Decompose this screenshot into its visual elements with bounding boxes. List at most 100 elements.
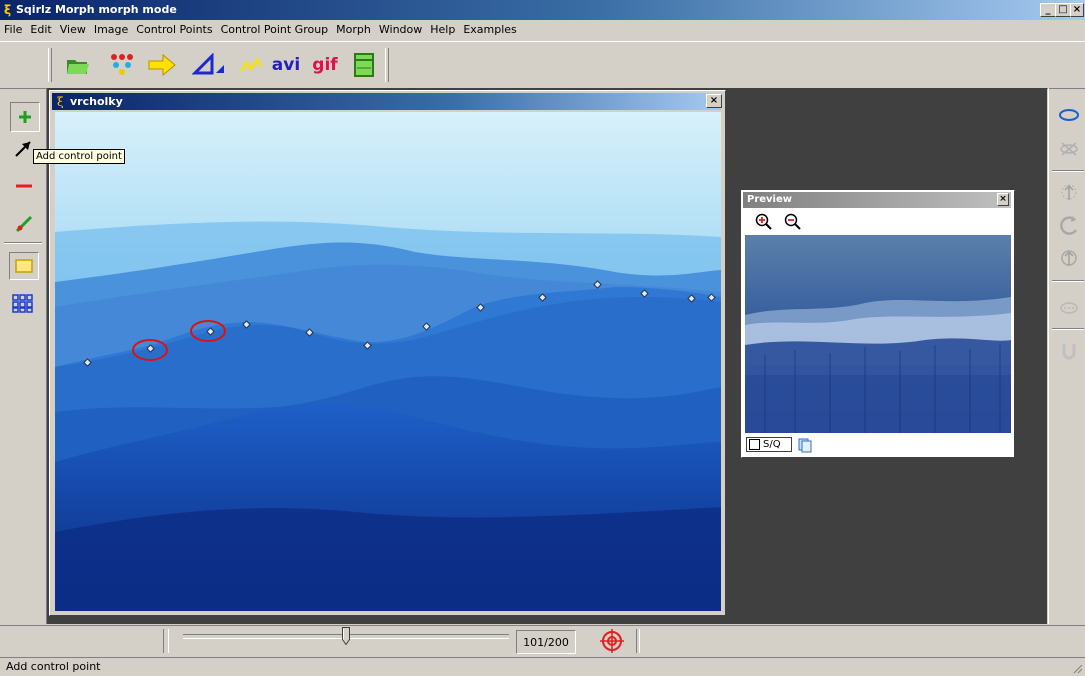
wave-icon [239,57,263,72]
image-window-close-button[interactable]: × [706,94,722,108]
control-points-icon [111,54,133,75]
zoom-in-button[interactable] [754,212,774,235]
window-title: Sqirlz Morph morph mode [16,3,177,16]
menu-edit[interactable]: Edit [26,20,55,36]
frame-readout: 101/200 [516,630,576,654]
add-point-button[interactable] [10,102,40,132]
menu-examples[interactable]: Examples [459,20,520,36]
grid-icon [12,294,33,313]
move-point-icon [15,215,33,233]
menu-bar: File Edit View Image Control Points Control P… [0,20,1085,40]
preview-close-button[interactable]: × [997,193,1009,206]
palette-separator [4,242,42,244]
menu-control-points[interactable]: Control Points [132,20,216,36]
rotate-icon [1060,216,1078,235]
u-icon [1062,344,1076,360]
status-text: Add control point [6,660,101,673]
menu-help[interactable]: Help [426,20,459,36]
status-bar: Add control point [0,657,1085,676]
title-bar: ξ Sqirlz Morph morph mode _ □ × [0,0,1085,20]
right-palette-separator-2 [1052,280,1084,282]
up-arrow-2-button[interactable] [1059,248,1079,273]
up-arrow-2-icon [1061,250,1077,266]
right-palette-separator [1052,170,1084,172]
preview-window: Preview × S/Q [741,190,1015,458]
up-arrow-icon [1061,184,1077,200]
toolbar-separator [385,48,389,82]
left-palette [0,88,47,624]
mountain-image [55,112,721,611]
add-point-icon [19,111,31,123]
image-window-title: vrcholky [70,95,123,108]
sq-toggle[interactable]: S/Q [746,437,792,452]
rectangle-select-button[interactable] [9,252,39,280]
rectangle-select-icon [15,259,33,273]
ellipsis-button[interactable] [1059,300,1079,319]
bottom-separator [636,629,640,653]
target-icon [600,629,624,653]
resize-grip-icon[interactable] [1071,662,1083,674]
morph-image-canvas[interactable] [55,112,721,611]
preview-title: Preview [747,194,793,205]
u-button[interactable] [1061,342,1077,363]
window-button[interactable] [348,49,380,81]
open-folder-button[interactable] [62,49,94,81]
cursor-button[interactable] [14,140,34,161]
app-icon: ξ [4,3,12,17]
ellipse-button[interactable] [1058,108,1080,125]
maximize-button[interactable]: □ [1055,3,1071,17]
no-select-button[interactable] [1059,140,1079,161]
tooltip: Add control point [33,149,125,164]
slider-left-edge [163,629,169,653]
right-palette-separator-3 [1052,328,1084,330]
open-folder-icon [67,60,89,74]
delete-point-button[interactable] [14,178,34,197]
image-window-titlebar[interactable]: ξ vrcholky × [52,93,722,110]
copy-icon [798,438,812,453]
menu-file[interactable]: File [0,20,26,36]
preview-forest-image [745,235,1011,433]
zoom-out-button[interactable] [783,212,803,235]
menu-window[interactable]: Window [375,20,426,36]
menu-image[interactable]: Image [90,20,132,36]
avi-export-button[interactable]: avi [270,49,302,81]
up-arrow-button[interactable] [1059,182,1079,207]
preview-titlebar[interactable]: Preview × [743,192,1011,208]
ellipsis-icon [1060,302,1078,314]
frame-bar: 101/200 [0,625,1085,658]
control-points-button[interactable] [106,49,138,81]
delete-point-icon [16,184,32,188]
gif-export-icon: gif [312,55,338,75]
toolbar-grip [48,48,52,82]
cursor-icon [15,141,31,157]
copy-button[interactable] [797,437,813,456]
zoom-in-icon [755,213,772,230]
triangle-icon [192,53,224,75]
window-app-icon: ξ [57,95,64,108]
ellipse-icon [1059,109,1079,121]
minimize-button[interactable]: _ [1040,3,1056,17]
rotate-button[interactable] [1058,214,1080,241]
wave-button[interactable] [236,49,268,81]
image-window: ξ vrcholky × [49,90,726,616]
menu-control-point-group[interactable]: Control Point Group [217,20,333,36]
move-point-button[interactable] [14,214,34,237]
right-palette [1048,88,1085,624]
toolbar: avi gif [0,41,1085,89]
frame-slider-thumb[interactable] [342,627,350,646]
menu-morph[interactable]: Morph [332,20,375,36]
gif-export-button[interactable]: gif [309,49,341,81]
grid-button[interactable] [12,294,34,317]
menu-view[interactable]: View [56,20,90,36]
avi-export-icon: avi [271,55,301,75]
triangle-button[interactable] [192,49,224,81]
zoom-out-icon [784,213,801,230]
arrow-right-button[interactable] [146,49,178,81]
no-select-icon [1060,142,1078,156]
target-button[interactable] [600,629,624,656]
close-button[interactable]: × [1070,3,1084,17]
arrow-right-icon [148,53,176,77]
sq-checkbox[interactable] [749,439,760,450]
window-icon [354,53,374,77]
sq-label: S/Q [763,439,781,450]
